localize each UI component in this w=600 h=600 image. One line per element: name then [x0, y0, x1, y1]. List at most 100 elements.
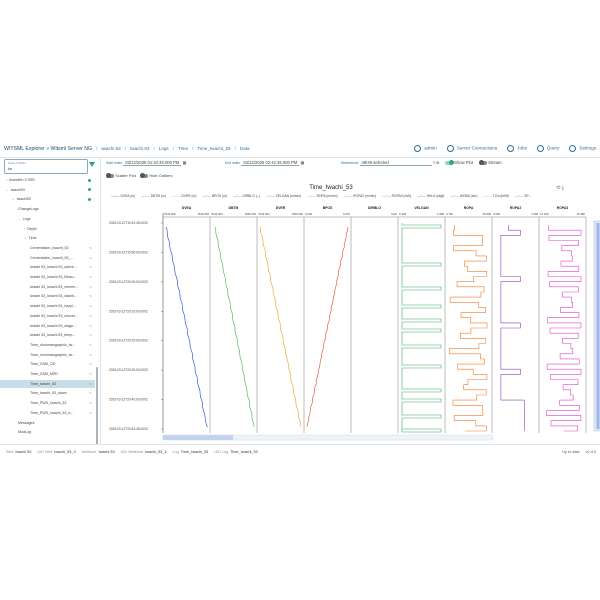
chevron-down-icon[interactable]: ⌄ — [12, 195, 15, 203]
breadcrumb-separator: / — [153, 146, 155, 151]
tree-item[interactable]: Iwachi 53_Iwachi 53_hazyi... ∿ — [0, 302, 95, 310]
tree-item[interactable]: › Arandleh 3 SSR — [0, 176, 95, 184]
x-range-handle[interactable] — [163, 435, 233, 440]
curve-ropa2[interactable] — [500, 225, 525, 431]
log-curve-icon: ∿ — [88, 342, 92, 347]
breadcrumb-logs[interactable]: Logs — [159, 146, 169, 151]
tree-item[interactable]: ⌄ Iwachi53 — [0, 195, 95, 203]
sidebar-scrollbar[interactable] — [96, 367, 98, 444]
tree-item[interactable]: Iwachi 53_Iwachi 53_stage... ∿ — [0, 322, 95, 330]
log-curve-icon: ∿ — [88, 381, 92, 386]
tree-item-label: Arandleh 3 SSR — [9, 178, 35, 182]
tree-item[interactable]: Messages — [0, 419, 95, 427]
track-min-label: 14.400 — [540, 212, 549, 216]
track-max-label: 46.836 — [482, 212, 491, 216]
chevron-down-icon[interactable]: ⌄ — [24, 234, 27, 242]
track-name: VELGAN — [414, 206, 429, 210]
tree-item[interactable]: Time_Iwachi_53 ∿ — [0, 379, 95, 388]
tree-item[interactable]: Time_Iwachi_53_down ∿ — [0, 389, 95, 397]
breadcrumb-time[interactable]: Time — [178, 146, 188, 151]
curve-ropa[interactable] — [449, 225, 488, 432]
tree-item[interactable]: Iwachi 53_Iwachi 53_temp... ∿ — [0, 331, 95, 339]
tree-item-label: Time_Iwachi_53_down — [30, 391, 67, 396]
tree-item[interactable]: ⌄ Iwachi53 — [0, 186, 95, 194]
chevron-down-icon[interactable]: ⌄ — [18, 215, 21, 223]
status-bar: Well Iwachi 53 UID Well Iwachi_53_3 Wellbore… — [0, 444, 600, 459]
query-button[interactable]: Query — [536, 145, 559, 152]
y-range-handle[interactable] — [596, 223, 600, 429]
tree-item-label: Iwachi 53_Iwachi 53_temp... — [30, 333, 76, 338]
tree-item[interactable]: Time_PWD_Iwachi_53_d... ∿ — [0, 409, 95, 417]
tree-item[interactable]: Iwachi 53_Iwachi 53_cemen... ∿ — [0, 283, 95, 291]
breadcrumb-separator: / — [172, 146, 174, 151]
tree-item[interactable]: › Depth — [0, 225, 95, 233]
user-button[interactable]: admin — [414, 145, 437, 152]
tree-item-label: Time_chromatographic_Iw... — [30, 352, 76, 357]
tree-item[interactable]: Time_GSM_OD ∿ — [0, 360, 95, 368]
tree-item-label: Iwachi 53_Iwachi 53_hazyi... — [30, 304, 76, 309]
tree-item[interactable]: Time_chromatographic_Iw... ∿ — [0, 341, 95, 349]
tree-item[interactable]: ⌄ Logs — [0, 215, 95, 223]
track-min-label: 7644.000 — [211, 212, 223, 216]
tree-item-label: Iwachi 53_Iwachi 53_cemen... — [30, 284, 79, 289]
breadcrumb-data[interactable]: Data — [240, 146, 250, 151]
tree-item-label: Iwachi53 — [16, 197, 31, 202]
status-value: Iwachi_53_3 — [54, 450, 76, 454]
gear-icon — [569, 145, 577, 152]
track-max-label: 7649.050 — [197, 212, 209, 216]
track-name: ROPA2 — [510, 206, 522, 210]
curve-dbtm[interactable] — [215, 226, 255, 428]
log-curve-icon: ∿ — [88, 265, 92, 270]
server-name[interactable]: Witsml Server NG — [51, 146, 93, 152]
tree-item-label: Depth — [27, 226, 37, 231]
curve-bpos[interactable] — [306, 226, 349, 428]
search-wells-input[interactable]: Search Wells Iw — [4, 159, 88, 174]
tree-item[interactable]: Cementation_Iwachi_53 ∿ — [0, 244, 95, 252]
breadcrumb-log[interactable]: Time_Iwachi_53 — [197, 146, 230, 151]
track-name: DVER — [276, 206, 286, 210]
curve-ropa3[interactable] — [546, 225, 582, 432]
tree-item[interactable]: Iwachi 53_Iwachi 53_active... ∿ — [0, 263, 95, 271]
tree-item[interactable]: Iwachi 53_Iwachi 53_dashb... ∿ — [0, 292, 95, 300]
filter-icon[interactable] — [89, 162, 95, 167]
log-plot[interactable]: 2025-03-12T19:42:45.000Z 2025-03-12T19:50… — [101, 157, 600, 444]
curve-velgan[interactable] — [401, 223, 442, 433]
tree-item[interactable]: Time_chromatographic_Iw... ∿ — [0, 351, 95, 359]
tree-item[interactable]: Iwachi 53_Iwachi 53_Biosu... ∿ — [0, 273, 95, 281]
track-max-label: 16.380 — [576, 212, 585, 216]
tree-item[interactable]: Time_GSM_MPD ∿ — [0, 370, 95, 378]
log-curve-icon: ∿ — [88, 284, 92, 289]
tree-item[interactable]: ChangeLogs — [0, 205, 95, 213]
track-min-label: 0.000 — [493, 212, 500, 216]
chevron-right-icon[interactable]: › — [24, 225, 25, 233]
tree-item[interactable]: Iwachi 53_Iwachi 53_miscel... ∿ — [0, 312, 95, 320]
status-value: Iwachi 53 — [98, 450, 115, 454]
tree-item[interactable]: ⌄ Time — [0, 234, 95, 242]
server-connections-button[interactable]: Server Connections — [446, 145, 497, 152]
log-curve-icon: ∿ — [88, 333, 92, 338]
log-curve-icon: ∿ — [88, 372, 92, 376]
tree-item[interactable]: Time_PWD_Iwachi_53 ∿ — [0, 399, 95, 407]
tree-item-label: Iwachi 53_Iwachi 53_dashb... — [30, 294, 78, 299]
settings-button[interactable]: Settings — [569, 145, 596, 152]
chevron-down-icon[interactable]: ⌄ — [6, 186, 9, 194]
track-name: ROPA — [464, 206, 474, 210]
track-name: DVEA — [182, 206, 192, 210]
track-min-label: 0.750 — [446, 212, 453, 216]
tree-item[interactable]: Cementation_Iwachi_53_... ∿ — [0, 254, 95, 262]
curve-dvea[interactable] — [165, 226, 208, 428]
sidebar: Search Wells Iw › Arandleh 3 SSR ⌄ Iwachi53… — [0, 157, 101, 444]
tree-item[interactable]: MudLog — [0, 428, 95, 436]
curve-dver[interactable] — [260, 226, 302, 428]
jobs-button[interactable]: Jobs — [507, 145, 527, 152]
tree-item-label: Iwachi 53_Iwachi 53_stage... — [30, 323, 77, 328]
breadcrumb-well[interactable]: Iwachi 53 — [101, 146, 120, 151]
log-curve-icon: ∿ — [88, 245, 92, 250]
breadcrumb-wellbore[interactable]: Iwachi 53 — [130, 146, 149, 151]
tree-item-label: Iwachi53 — [10, 187, 25, 192]
brand-prefix: » — [46, 145, 50, 152]
track-max-label: NaN — [391, 212, 397, 216]
chevron-right-icon[interactable]: › — [6, 176, 7, 184]
app-brand[interactable]: WITSML Explorer » Witsml Server NG — [4, 146, 92, 152]
top-bar: WITSML Explorer » Witsml Server NG / Iwa… — [0, 140, 600, 158]
